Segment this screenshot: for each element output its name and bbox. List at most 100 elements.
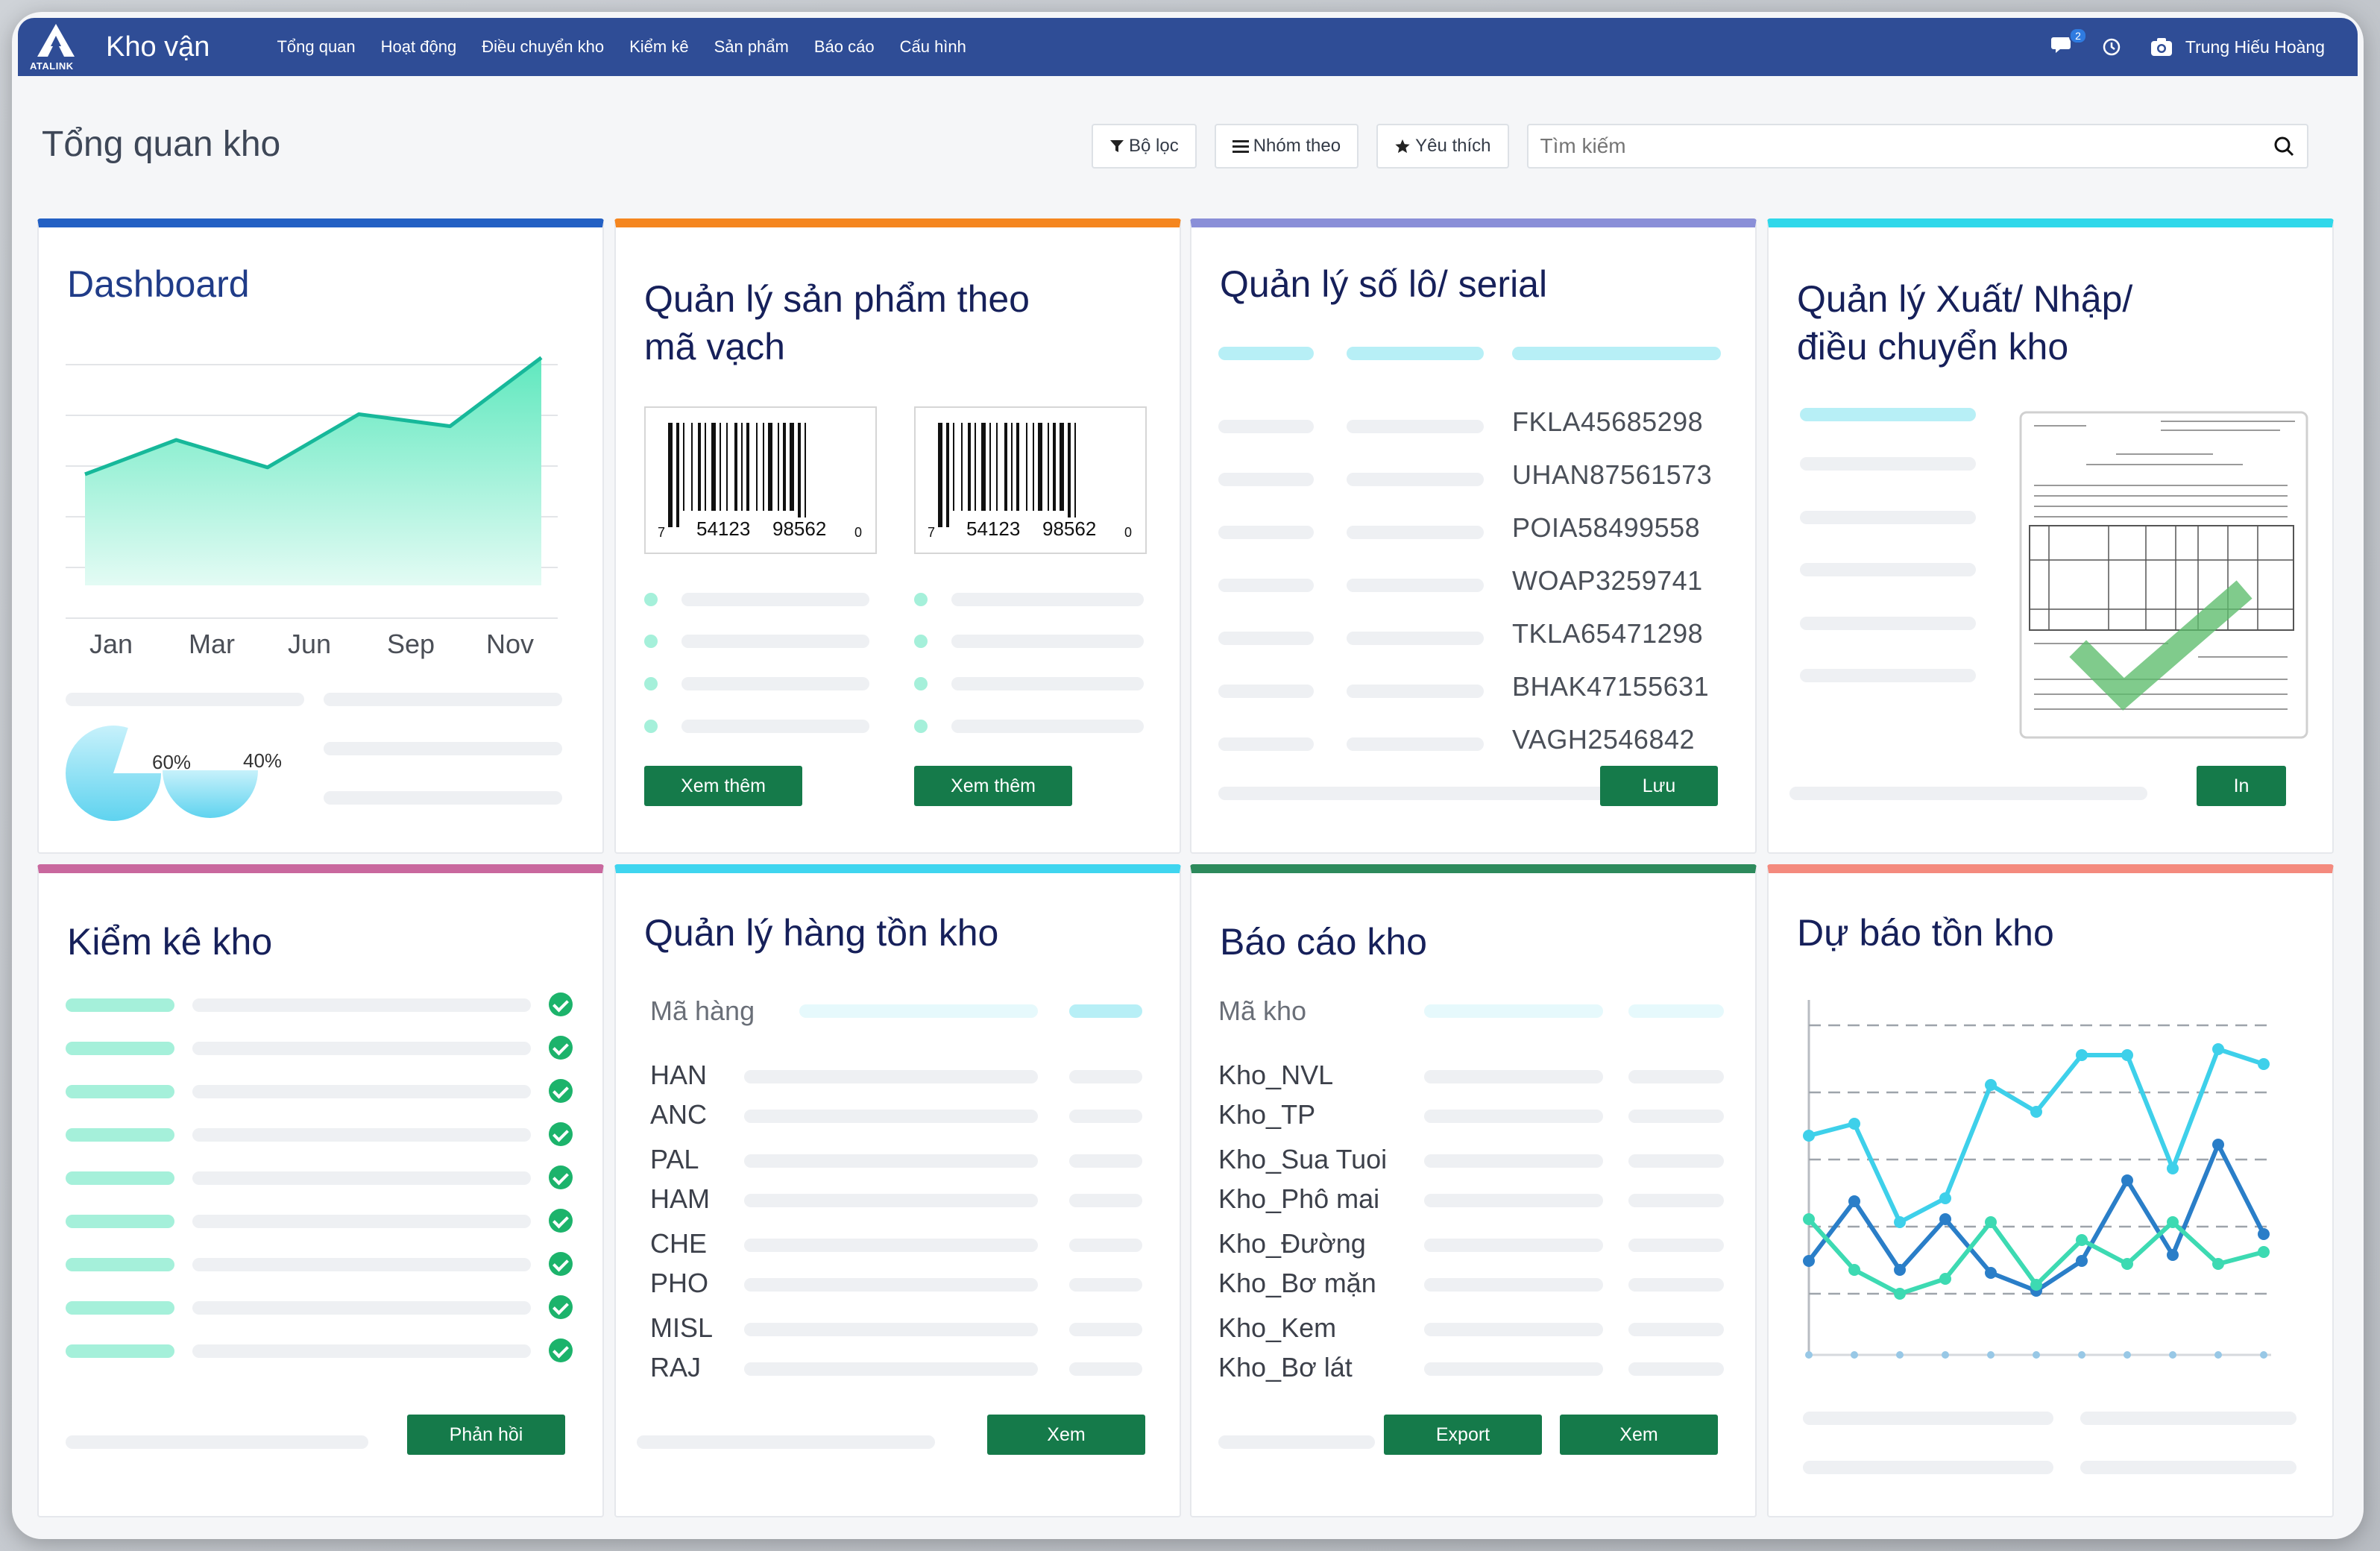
barcode-bar (683, 423, 684, 511)
inventory-code: MISL (650, 1312, 714, 1343)
user-menu[interactable]: Trung Hiếu Hoàng (2150, 37, 2325, 57)
header-bar (799, 1004, 1038, 1018)
card-title: Báo cáo kho (1220, 921, 1427, 963)
placeholder-bar (1424, 1110, 1603, 1123)
pie-label-60: 60% (152, 751, 191, 773)
placeholder-bar (1347, 579, 1484, 592)
series-point (1939, 1213, 1951, 1225)
placeholder-bar (324, 791, 562, 805)
menu-item-config[interactable]: Cấu hình (900, 37, 966, 57)
placeholder-bar (1628, 1323, 1724, 1336)
card-title: Dự báo tồn kho (1797, 912, 2054, 954)
barcode-bar (711, 423, 716, 511)
card-inventory[interactable]: Quản lý hàng tồn kho Mã hàng HAN ANC PAL HA… (614, 864, 1181, 1517)
barcode-bar (1016, 423, 1019, 511)
barcode-bar (746, 423, 749, 511)
placeholder-bar (1424, 1070, 1603, 1083)
pie-slice-60 (65, 726, 161, 821)
card-barcode[interactable]: Quản lý sản phẩm theo mã vạch 7 54123 98… (614, 218, 1181, 854)
check-icon (549, 1338, 573, 1362)
placeholder-bar (681, 593, 869, 606)
series-point (2121, 1174, 2133, 1186)
placeholder-bar (192, 1128, 531, 1142)
placeholder-bar (1424, 1239, 1603, 1252)
menu-item-activity[interactable]: Hoạt động (381, 37, 457, 57)
save-button[interactable]: Lưu (1600, 766, 1718, 806)
atalink-logo[interactable]: ATALINK (28, 18, 88, 76)
card-dashboard[interactable]: Dashboard Jan Mar Jun Sep Nov 60% 40% (37, 218, 604, 854)
x-tick-dot (2033, 1351, 2040, 1359)
feedback-button[interactable]: Phản hồi (407, 1415, 565, 1455)
placeholder-bar (1347, 685, 1484, 698)
serial-code: VAGH2546842 (1512, 724, 1696, 755)
placeholder-bar (66, 1301, 174, 1315)
list-dot (914, 593, 928, 606)
card-forecast[interactable]: Dự báo tồn kho (1767, 864, 2334, 1517)
placeholder-bar (66, 1215, 174, 1228)
search-input[interactable] (1540, 134, 2211, 158)
header-bar (1800, 408, 1976, 421)
serial-code: TKLA65471298 (1512, 618, 1704, 649)
placeholder-bar (1424, 1323, 1603, 1336)
x-tick-dot (2169, 1351, 2176, 1359)
card-report[interactable]: Báo cáo kho Mã kho Kho_NVL Kho_TP Kho_Sua … (1190, 864, 1757, 1517)
app-title[interactable]: Kho vận (106, 31, 210, 63)
check-icon (549, 1122, 573, 1146)
barcode-bar (1033, 423, 1034, 511)
filter-button[interactable]: Bộ lọc (1092, 124, 1197, 169)
card-transfer[interactable]: Quản lý Xuất/ Nhập/ điều chuyển kho In (1767, 218, 2334, 854)
view-more-button[interactable]: Xem thêm (644, 766, 802, 806)
group-by-button[interactable]: Nhóm theo (1214, 124, 1359, 169)
series-point (1848, 1118, 1860, 1130)
view-more-button[interactable]: Xem thêm (914, 766, 1072, 806)
print-button[interactable]: In (2197, 766, 2286, 806)
menu-item-overview[interactable]: Tổng quan (277, 37, 355, 57)
filter-label: Bộ lọc (1129, 136, 1179, 156)
month-label: Nov (486, 629, 535, 659)
menu-item-products[interactable]: Sản phẩm (714, 37, 789, 57)
barcode-digit: 7 (658, 525, 666, 540)
card-title-line1: Quản lý sản phẩm theo (644, 278, 1030, 320)
clock-icon[interactable] (2102, 37, 2121, 57)
serial-code: WOAP3259741 (1512, 565, 1703, 596)
barcode-bar (1074, 423, 1076, 527)
barcode-digit: 98562 (1039, 517, 1100, 541)
card-stocktake[interactable]: Kiểm kê kho Phản hồi (37, 864, 604, 1517)
favorite-button[interactable]: Yêu thích (1376, 124, 1509, 169)
inventory-code: ANC (650, 1099, 708, 1130)
barcode-digit: 7 (928, 525, 936, 540)
view-button[interactable]: Xem (987, 1415, 1145, 1455)
placeholder-bar (192, 1258, 531, 1271)
month-label: Sep (387, 629, 435, 659)
menu-item-transfer[interactable]: Điều chuyển kho (482, 37, 604, 57)
search-icon[interactable] (2273, 135, 2295, 157)
barcode-digit: 0 (854, 525, 863, 540)
user-avatar-icon (2150, 38, 2172, 56)
check-icon (549, 1209, 573, 1233)
card-title-line1: Quản lý Xuất/ Nhập/ (1797, 278, 2133, 320)
export-button[interactable]: Export (1384, 1415, 1542, 1455)
area-chart (66, 356, 558, 619)
placeholder-bar (1347, 737, 1484, 751)
serial-code: FKLA45685298 (1512, 406, 1704, 437)
x-tick-dot (2078, 1351, 2085, 1359)
barcode-bar (778, 423, 779, 511)
placeholder-bar (192, 1042, 531, 1055)
card-serial[interactable]: Quản lý số lô/ serial FKLA45685298 UHAN87… (1190, 218, 1757, 854)
x-tick-dot (1987, 1351, 1995, 1359)
placeholder-bar (1218, 420, 1314, 433)
inventory-code: RAJ (650, 1352, 702, 1382)
view-button[interactable]: Xem (1560, 1415, 1718, 1455)
placeholder-bar (744, 1154, 1038, 1168)
card-title-line2: điều chuyển kho (1797, 326, 2069, 368)
menu-item-reports[interactable]: Báo cáo (814, 37, 875, 57)
menu-item-stocktake[interactable]: Kiểm kê (629, 37, 688, 57)
x-tick-dot (1805, 1351, 1813, 1359)
placeholder-bar (744, 1278, 1038, 1292)
serial-code: POIA58499558 (1512, 512, 1701, 543)
placeholder-bar (744, 1239, 1038, 1252)
chat-button[interactable]: 2 (2050, 28, 2087, 59)
placeholder-bar (66, 1258, 174, 1271)
barcode-bar (790, 423, 794, 511)
barcode-bar (1011, 423, 1013, 511)
